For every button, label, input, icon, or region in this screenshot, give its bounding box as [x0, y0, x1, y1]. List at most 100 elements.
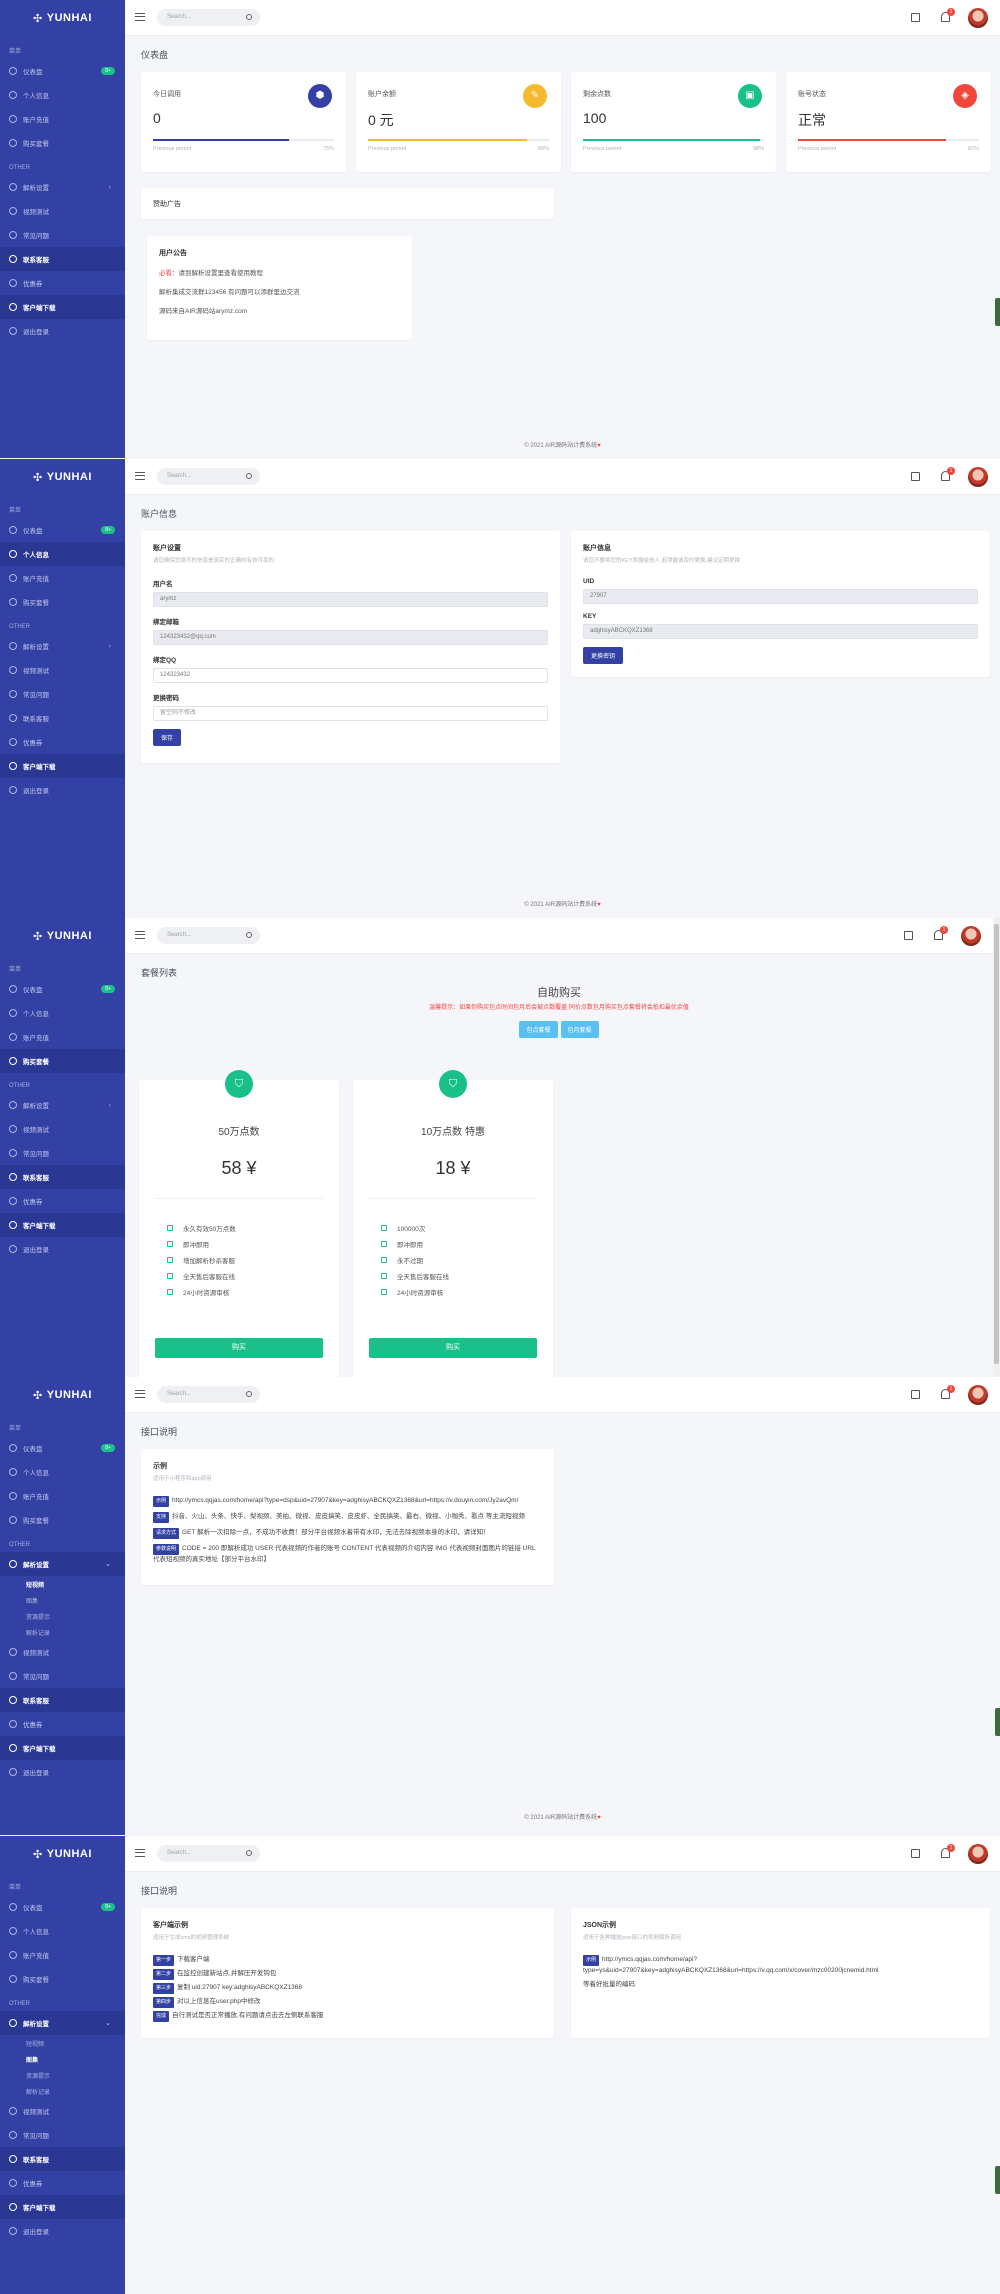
sidebar-sub-parse-log[interactable]: 解析记录	[0, 2083, 125, 2099]
sidebar-item-video-test[interactable]: 视频测试	[0, 658, 125, 682]
uid-field[interactable]: 27907	[583, 589, 978, 604]
search-input[interactable]: Search...	[157, 927, 260, 944]
menu-toggle-icon[interactable]	[135, 931, 145, 939]
fullscreen-icon[interactable]	[911, 1390, 920, 1399]
sidebar-item-logout[interactable]: 退出登录	[0, 778, 125, 802]
sidebar-item-parse[interactable]: 解析设置 ⌄	[0, 2011, 125, 2035]
sidebar-item-logout[interactable]: 退出登录	[0, 319, 125, 343]
key-field[interactable]: adghisyABCKQXZ1368	[583, 624, 978, 639]
fullscreen-icon[interactable]	[911, 1849, 920, 1858]
buy-button[interactable]: 购买	[155, 1338, 323, 1358]
sidebar-item-client[interactable]: 客户端下载	[0, 1736, 125, 1760]
sidebar-item-buy[interactable]: 购买套餐	[0, 131, 125, 155]
menu-toggle-icon[interactable]	[135, 13, 145, 21]
password-field[interactable]: 留空则不修改	[153, 706, 548, 721]
brand-logo[interactable]: ✣ YUNHAI	[0, 1377, 125, 1413]
sidebar-item-other[interactable]: 优惠券	[0, 1189, 125, 1213]
brand-logo[interactable]: ✣ YUNHAI	[0, 918, 125, 954]
sidebar-item-client[interactable]: 客户端下载	[0, 295, 125, 319]
scrollbar-thumb[interactable]	[994, 924, 999, 1364]
username-field[interactable]: arymz	[153, 592, 548, 607]
sidebar-item-logout[interactable]: 退出登录	[0, 1237, 125, 1261]
brand-logo[interactable]: ✣ YUNHAI	[0, 459, 125, 495]
sidebar-sub-resource-tip[interactable]: 资源提示	[0, 1608, 125, 1624]
avatar[interactable]	[968, 1385, 988, 1405]
avatar[interactable]	[968, 1844, 988, 1864]
sidebar-sub-gallery[interactable]: 图集	[0, 1592, 125, 1608]
sidebar-item-contact[interactable]: 联系客服	[0, 1688, 125, 1712]
sidebar-item-dashboard[interactable]: 仪表盘 8+	[0, 518, 125, 542]
sidebar-item-recharge[interactable]: 账户充值	[0, 1025, 125, 1049]
email-field[interactable]: 124323432@qq.com	[153, 630, 548, 645]
sidebar-item-logout[interactable]: 退出登录	[0, 2219, 125, 2243]
avatar[interactable]	[961, 926, 981, 946]
sidebar-item-dashboard[interactable]: 仪表盘 8+	[0, 59, 125, 83]
search-input[interactable]: Search...	[157, 9, 260, 26]
sidebar-item-parse[interactable]: 解析设置 ›	[0, 175, 125, 199]
sidebar-sub-short-video[interactable]: 短视频	[0, 2035, 125, 2051]
sidebar-item-parse[interactable]: 解析设置 ›	[0, 1093, 125, 1117]
sidebar-item-personal[interactable]: 个人信息	[0, 1919, 125, 1943]
sidebar-item-video-test[interactable]: 视频测试	[0, 1640, 125, 1664]
bell-icon[interactable]: 1	[941, 8, 955, 22]
sidebar-sub-short-video[interactable]: 短视频	[0, 1576, 125, 1592]
bell-icon[interactable]: 1	[941, 1385, 955, 1399]
sidebar-item-dashboard[interactable]: 仪表盘 8+	[0, 1436, 125, 1460]
bell-icon[interactable]: 1	[934, 926, 948, 940]
sidebar-item-logout[interactable]: 退出登录	[0, 1760, 125, 1784]
sidebar-item-parse[interactable]: 解析设置 ⌄	[0, 1552, 125, 1576]
side-tab[interactable]	[995, 2166, 1000, 2194]
sidebar-item-client[interactable]: 客户端下载	[0, 754, 125, 778]
sidebar-item-video-test[interactable]: 视频测试	[0, 1117, 125, 1141]
sidebar-item-client[interactable]: 客户端下载	[0, 1213, 125, 1237]
sidebar-item-buy[interactable]: 购买套餐	[0, 1967, 125, 1991]
sidebar-item-personal[interactable]: 个人信息	[0, 1001, 125, 1025]
menu-toggle-icon[interactable]	[135, 472, 145, 480]
bell-icon[interactable]: 1	[941, 1844, 955, 1858]
sidebar-item-contact[interactable]: 联系客服	[0, 1165, 125, 1189]
sidebar-item-personal[interactable]: 个人信息	[0, 542, 125, 566]
tab-points[interactable]: 包点套餐	[519, 1021, 558, 1038]
sidebar-item-client[interactable]: 客户端下载	[0, 2195, 125, 2219]
search-input[interactable]: Search...	[157, 1386, 260, 1403]
sidebar-item-other[interactable]: 优惠券	[0, 730, 125, 754]
tab-monthly[interactable]: 包月套餐	[560, 1021, 599, 1038]
qq-field[interactable]: 124323432	[153, 668, 548, 683]
avatar[interactable]	[968, 8, 988, 28]
search-input[interactable]: Search...	[157, 1845, 260, 1862]
sidebar-sub-resource-tip[interactable]: 资源提示	[0, 2067, 125, 2083]
sidebar-item-faq[interactable]: 常见问题	[0, 2123, 125, 2147]
sidebar-item-faq[interactable]: 常见问题	[0, 223, 125, 247]
brand-logo[interactable]: ✣ YUNHAI	[0, 1836, 125, 1872]
sidebar-item-video-test[interactable]: 视频测试	[0, 199, 125, 223]
sidebar-item-recharge[interactable]: 账户充值	[0, 1484, 125, 1508]
change-key-button[interactable]: 更换密钥	[583, 647, 624, 664]
sidebar-item-recharge[interactable]: 账户充值	[0, 1943, 125, 1967]
sidebar-item-faq[interactable]: 常见问题	[0, 682, 125, 706]
sidebar-item-contact[interactable]: 联系客服	[0, 706, 125, 730]
sidebar-item-buy[interactable]: 购买套餐	[0, 1049, 125, 1073]
sidebar-sub-gallery[interactable]: 图集	[0, 2051, 125, 2067]
menu-toggle-icon[interactable]	[135, 1849, 145, 1857]
sidebar-item-personal[interactable]: 个人信息	[0, 83, 125, 107]
scrollbar[interactable]	[993, 918, 1000, 1377]
sidebar-item-other[interactable]: 优惠券	[0, 271, 125, 295]
sidebar-item-faq[interactable]: 常见问题	[0, 1664, 125, 1688]
sidebar-item-personal[interactable]: 个人信息	[0, 1460, 125, 1484]
brand-logo[interactable]: ✣ YUNHAI	[0, 0, 125, 36]
buy-button[interactable]: 购买	[369, 1338, 537, 1358]
sidebar-item-dashboard[interactable]: 仪表盘 8+	[0, 977, 125, 1001]
sidebar-item-contact[interactable]: 联系客服	[0, 247, 125, 271]
side-tab[interactable]	[995, 1708, 1000, 1736]
sidebar-item-other[interactable]: 优惠券	[0, 1712, 125, 1736]
fullscreen-icon[interactable]	[904, 931, 913, 940]
side-tab[interactable]	[995, 298, 1000, 326]
sidebar-item-contact[interactable]: 联系客服	[0, 2147, 125, 2171]
avatar[interactable]	[968, 467, 988, 487]
menu-toggle-icon[interactable]	[135, 1390, 145, 1398]
fullscreen-icon[interactable]	[911, 472, 920, 481]
sidebar-item-buy[interactable]: 购买套餐	[0, 1508, 125, 1532]
sidebar-item-recharge[interactable]: 账户充值	[0, 566, 125, 590]
sidebar-item-recharge[interactable]: 账户充值	[0, 107, 125, 131]
sidebar-item-parse[interactable]: 解析设置 ›	[0, 634, 125, 658]
